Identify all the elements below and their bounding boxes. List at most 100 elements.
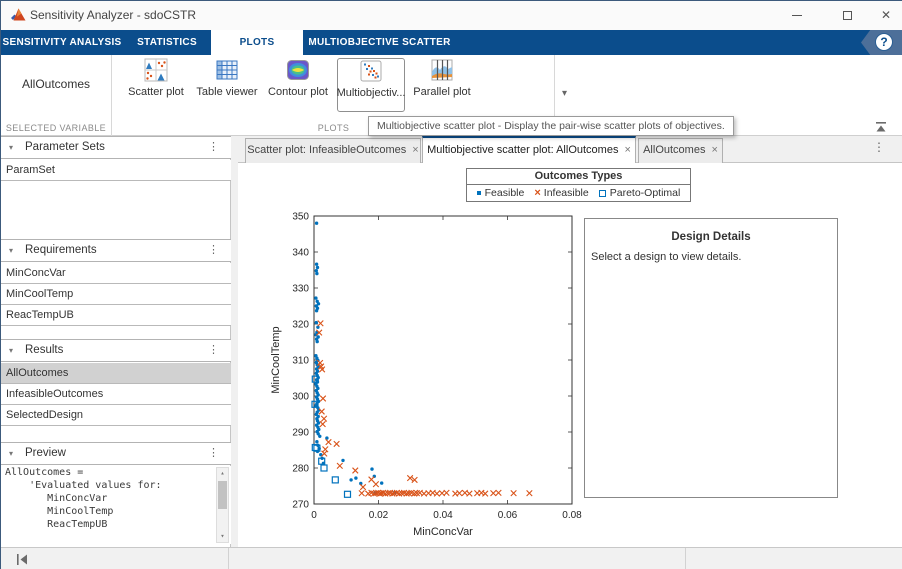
svg-text:330: 330 [292,284,309,295]
kebab-menu-icon[interactable]: ⋮ [208,137,219,158]
tab-scatter-plot-infeasibleoutcomes[interactable]: Scatter plot: InfeasibleOutcomes × [245,138,421,163]
help-icon: ? [875,33,893,51]
feasible-marker-icon [477,191,481,195]
svg-text:0.02: 0.02 [369,510,389,521]
legend-item-infeasible[interactable]: × Infeasible [534,187,588,199]
svg-text:270: 270 [292,500,309,511]
design-details-body: Select a design to view details. [591,251,837,263]
panel-header-parameter-sets[interactable]: ▾ Parameter Sets ⋮ [1,136,231,159]
preview-pane: AllOutcomes = 'Evaluated values for: Min… [1,466,231,544]
panel-title: Preview [25,443,66,464]
ribbon-tab-sensitivity-analysis[interactable]: SENSITIVITY ANALYSIS [1,30,123,55]
collapse-up-icon [877,126,886,132]
panel-collapse-icon[interactable]: ▾ [9,443,13,464]
panel-header-results[interactable]: ▾ Results ⋮ [1,339,231,362]
tab-bar-kebab-icon[interactable]: ⋮ [873,140,885,154]
collapse-sidebar-button[interactable] [15,553,29,566]
window-close-icon: ✕ [881,8,891,22]
minimize-button[interactable] [780,1,814,30]
panel-header-requirements[interactable]: ▾ Requirements ⋮ [1,239,231,262]
svg-text:350: 350 [292,212,309,223]
svg-text:290: 290 [292,428,309,439]
tab-label: Scatter plot: InfeasibleOutcomes [247,144,406,156]
list-item-alloutcomes[interactable]: AllOutcomes [1,363,231,384]
list-item-minconcvar[interactable]: MinConcVar [1,263,231,284]
plot-legend: Outcomes Types Feasible × Infeasible Par… [466,168,691,202]
tab-alloutcomes[interactable]: AllOutcomes× [638,138,723,163]
scrollbar-thumb[interactable] [218,481,227,509]
title-bar: Sensitivity Analyzer - sdoCSTR ✕ [1,1,902,30]
design-details-panel: Design Details Select a design to view d… [584,218,838,498]
multiobjective-scatter-plot-icon [359,59,383,83]
preview-scrollbar[interactable]: ▴ ▾ [216,467,229,543]
contour-plot-button[interactable]: Contour plot [264,58,332,110]
list-item-infeasibleoutcomes[interactable]: InfeasibleOutcomes [1,384,231,405]
legend-item-feasible[interactable]: Feasible [477,187,525,199]
tab-close-icon[interactable]: × [624,144,630,156]
chevron-down-icon: ▾ [562,88,567,99]
help-button[interactable]: ? [861,30,902,55]
ribbon-tab-statistics[interactable]: STATISTICS [123,30,211,55]
scroll-down-icon[interactable]: ▾ [217,531,228,542]
sidebar: ▾ Parameter Sets ⋮ ParamSet ▾ Requiremen… [1,136,231,547]
list-item-selecteddesign[interactable]: SelectedDesign [1,405,231,426]
pareto-marker-icon [599,190,606,197]
svg-text:280: 280 [292,464,309,475]
tab-multiobjective-scatter-plot-alloutcomes[interactable]: Multiobjective scatter plot: AllOutcomes… [422,136,636,163]
panel-collapse-icon[interactable]: ▾ [9,240,13,261]
svg-text:MinConcVar: MinConcVar [413,526,473,538]
multiobjective-scatter-plot-button[interactable]: Multiobjectiv... [337,58,405,112]
ribbon-tab-multiobjective-scatter-plot[interactable]: MULTIOBJECTIVE SCATTER PLOT [303,30,456,55]
panel-collapse-icon[interactable]: ▾ [9,340,13,361]
contour-plot-label: Contour plot [268,86,328,98]
ribbon-tab-plots[interactable]: PLOTS [211,30,303,55]
tab-close-icon[interactable]: × [711,144,717,156]
scatter-plot-button[interactable]: Scatter plot [122,58,190,110]
table-viewer-button[interactable]: Table viewer [193,58,261,110]
list-item-reactempub[interactable]: ReacTempUB [1,305,231,326]
collapse-ribbon-button[interactable] [873,122,889,133]
close-button[interactable]: ✕ [869,1,902,30]
table-viewer-icon [215,58,239,82]
maximize-button[interactable] [830,1,864,30]
svg-text:0.04: 0.04 [433,510,453,521]
preview-line: AllOutcomes = [1,466,231,479]
scroll-up-icon[interactable]: ▴ [217,468,228,479]
list-item-paramset[interactable]: ParamSet [1,160,231,181]
svg-text:0: 0 [311,510,317,521]
selected-variable-value[interactable]: AllOutcomes [1,77,111,91]
multiobjective-scatter-plot-label: Multiobjectiv... [337,87,406,99]
kebab-menu-icon[interactable]: ⋮ [208,340,219,361]
svg-text:320: 320 [292,320,309,331]
legend-label: Infeasible [544,187,589,199]
preview-line: MinCoolTemp [1,505,231,518]
document-tab-bar: Scatter plot: InfeasibleOutcomes × Multio… [238,136,902,163]
legend-item-pareto-optimal[interactable]: Pareto-Optimal [599,187,681,199]
collapse-left-icon [21,555,28,565]
status-bar-divider [685,548,686,569]
preview-line: 'Evaluated values for: [1,479,231,492]
kebab-menu-icon[interactable]: ⋮ [208,443,219,464]
matlab-logo-icon [10,7,27,24]
parallel-plot-button[interactable]: Parallel plot [408,58,476,110]
infeasible-marker-icon: × [534,187,540,199]
list-item-mincooltemp[interactable]: MinCoolTemp [1,284,231,305]
legend-label: Pareto-Optimal [610,187,681,199]
design-details-title: Design Details [585,231,837,243]
scatter-plot-axes[interactable]: 00.020.040.060.0827028029030031032033034… [269,201,599,546]
parallel-plot-icon [430,58,454,82]
panel-header-preview[interactable]: ▾ Preview ⋮ [1,442,231,465]
svg-text:340: 340 [292,248,309,259]
tab-close-icon[interactable]: × [412,144,418,156]
panel-title: Requirements [25,240,97,261]
plot-document: Outcomes Types Feasible × Infeasible Par… [238,163,902,547]
legend-label: Feasible [485,187,525,199]
table-viewer-label: Table viewer [196,86,257,98]
app-window: Sensitivity Analyzer - sdoCSTR ✕ SENSITI… [0,0,902,569]
minimize-icon [792,15,802,16]
panel-collapse-icon[interactable]: ▾ [9,137,13,158]
tooltip: Multiobjective scatter plot - Display th… [368,116,734,136]
tab-label: Multiobjective scatter plot: AllOutcomes [427,144,618,156]
kebab-menu-icon[interactable]: ⋮ [208,240,219,261]
status-bar-divider [228,548,229,569]
